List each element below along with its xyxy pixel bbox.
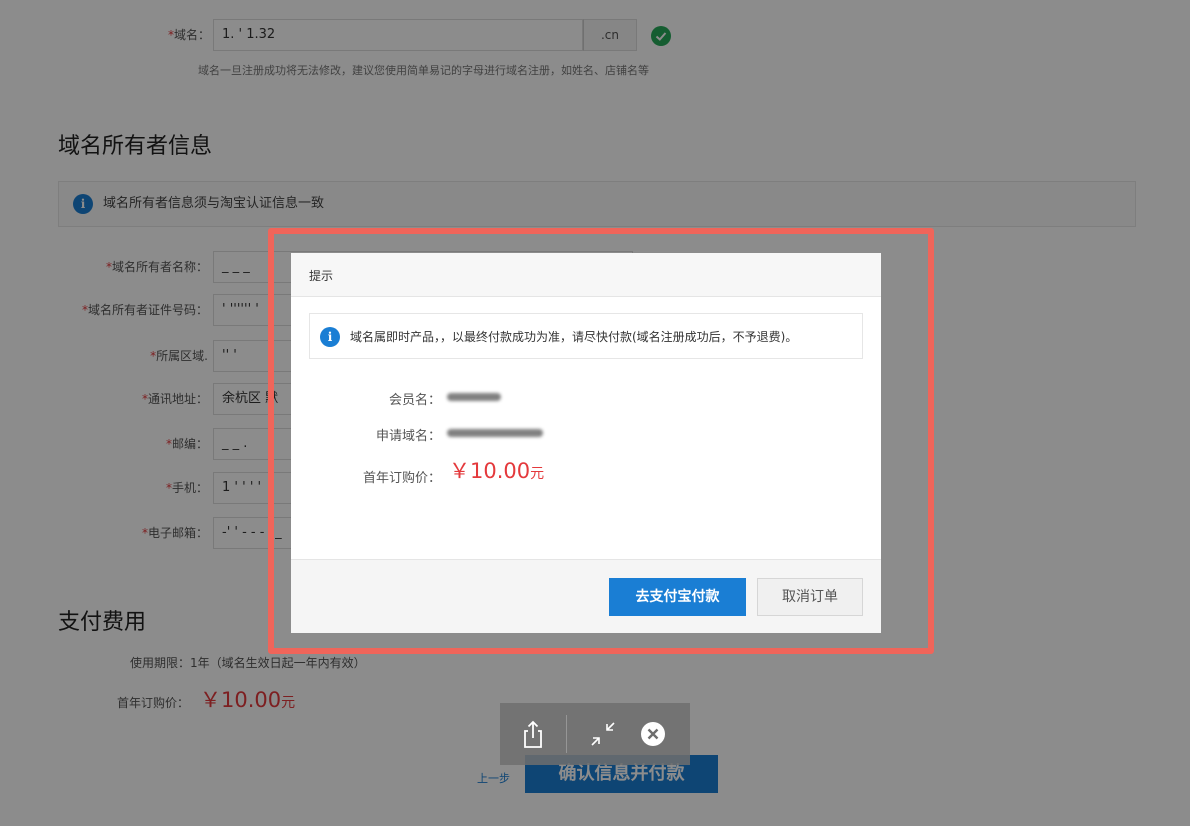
- toolbar-separator: [566, 715, 567, 753]
- dialog-header: 提示: [291, 253, 881, 297]
- info-icon: i: [320, 327, 340, 347]
- close-icon[interactable]: [622, 703, 684, 765]
- alipay-pay-button[interactable]: 去支付宝付款: [609, 578, 746, 616]
- dialog-price-label: 首年订购价：: [362, 471, 441, 486]
- dialog-notice: i 域名属即时产品，，以最终付款成功为准，请尽快付款(域名注册成功后，不予退费)…: [309, 313, 863, 359]
- member-value: [447, 389, 501, 404]
- payment-prompt-dialog: 提示 i 域名属即时产品，，以最终付款成功为准，请尽快付款(域名注册成功后，不予…: [291, 253, 881, 633]
- masked-value: [447, 392, 501, 401]
- dialog-price: ￥10.00元: [449, 459, 545, 483]
- member-label: 会员名：: [388, 393, 441, 408]
- floating-toolbar: [500, 703, 690, 765]
- share-icon[interactable]: [502, 703, 564, 765]
- dialog-footer: 去支付宝付款 取消订单: [291, 559, 881, 633]
- domain-value: [447, 425, 543, 440]
- cancel-order-button[interactable]: 取消订单: [757, 578, 863, 616]
- dialog-notice-text: 域名属即时产品，，以最终付款成功为准，请尽快付款(域名注册成功后，不予退费)。: [350, 330, 798, 344]
- masked-value: [447, 428, 543, 437]
- dialog-title: 提示: [309, 269, 334, 283]
- domain-label: 申请域名：: [375, 429, 441, 444]
